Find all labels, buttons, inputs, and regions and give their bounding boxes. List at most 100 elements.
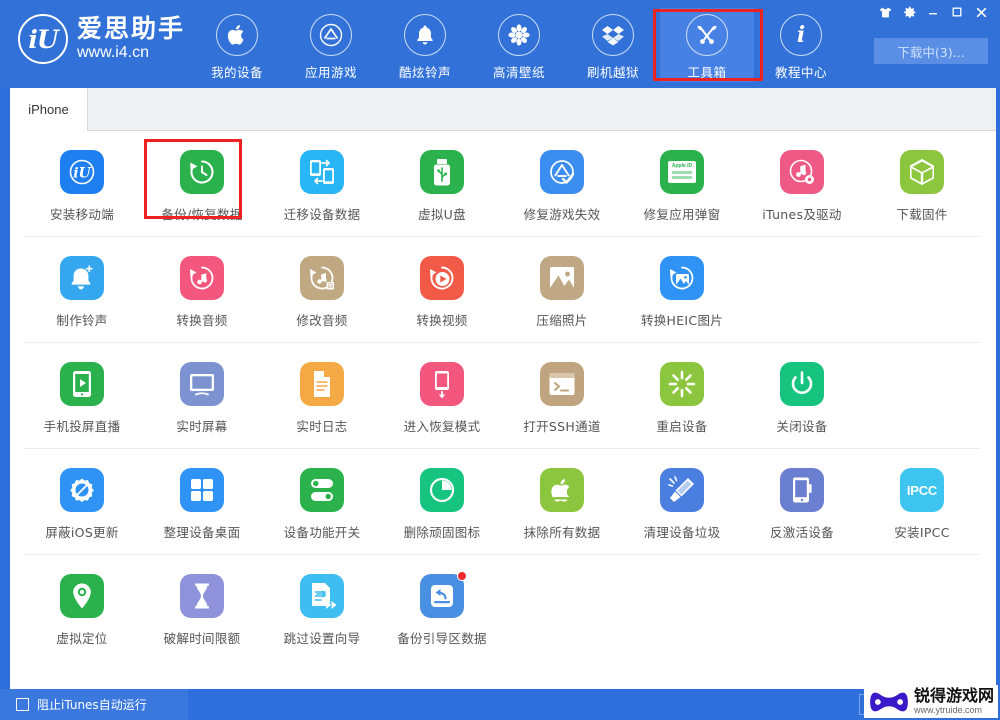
tool-virtual-location[interactable]: 虚拟定位	[22, 555, 142, 661]
tool-convert-heic[interactable]: 转换HEIC图片	[622, 237, 742, 343]
tool-label: 迁移设备数据	[283, 207, 361, 222]
tool-edit-audio[interactable]: 自 修改音频	[262, 237, 382, 343]
tool-convert-video[interactable]: 转换视频	[382, 237, 502, 343]
site-watermark: 锐得游戏网 www.ytruide.com	[863, 685, 998, 718]
block-itunes-checkbox[interactable]	[16, 698, 29, 711]
nav-item-apps-games[interactable]: 应用游戏	[284, 8, 378, 82]
tool-fix-app-popup[interactable]: Apple ID 修复应用弹窗	[622, 131, 742, 237]
toolbox-grid: iU 安装移动端 备份/恢复数据 迁移设备数据 虚拟U盘 修复游戏失效 Appl…	[10, 131, 996, 689]
tool-virtual-usb[interactable]: 虚拟U盘	[382, 131, 502, 237]
tool-block-ios-update[interactable]: 屏蔽iOS更新	[22, 449, 142, 555]
device-tab-strip: iPhone	[0, 88, 1000, 131]
main-navigation: 我的设备 应用游戏 酷炫铃声 高清壁纸 刷机越狱 工具箱 i 教程中心	[190, 8, 848, 82]
skin-icon[interactable]	[874, 2, 896, 22]
watermark-url: www.ytruide.com	[913, 705, 983, 715]
tool-compress-photo[interactable]: 压缩照片	[502, 237, 622, 343]
nav-item-my-device[interactable]: 我的设备	[190, 8, 284, 82]
tool-label: 备份/恢复数据	[161, 207, 243, 222]
tool-label: 制作铃声	[56, 313, 108, 328]
appstore-fix-icon	[540, 150, 584, 194]
tool-label: 删除顽固图标	[403, 525, 481, 540]
bell-icon	[404, 14, 446, 56]
app-header: iU 爱思助手 www.i4.cn 我的设备 应用游戏 酷炫铃声 高清壁纸 刷机…	[0, 0, 1000, 88]
toolbox-row: 手机投屏直播 实时屏幕 实时日志 进入恢复模式 打开SSH通道 重启设备 关闭设…	[10, 343, 996, 449]
tool-label: 虚拟U盘	[418, 207, 466, 222]
tool-realtime-screen[interactable]: 实时屏幕	[142, 343, 262, 449]
block-itunes-option[interactable]: 阻止iTunes自动运行	[0, 689, 188, 720]
toolbox-row: 虚拟定位 破解时间限额 跳过设置向导 备份引导区数据	[10, 555, 996, 661]
tool-screen-cast-live[interactable]: 手机投屏直播	[22, 343, 142, 449]
realtime-screen-icon	[180, 362, 224, 406]
apple-id-icon: Apple ID	[660, 150, 704, 194]
backup-boot-icon	[420, 571, 467, 618]
convert-audio-icon	[180, 256, 224, 300]
tool-arrange-desktop[interactable]: 整理设备桌面	[142, 449, 262, 555]
tool-fix-game[interactable]: 修复游戏失效	[502, 131, 622, 237]
tool-install-mobile[interactable]: iU 安装移动端	[22, 131, 142, 237]
tool-delete-stubborn-icon[interactable]: 删除顽固图标	[382, 449, 502, 555]
tool-label: 安装移动端	[49, 207, 114, 222]
nav-item-toolbox[interactable]: 工具箱	[660, 8, 754, 82]
tool-backup-boot-data[interactable]: 备份引导区数据	[382, 555, 502, 661]
crack-time-limit-icon	[180, 574, 224, 618]
tool-deactivate-device[interactable]: 反激活设备	[742, 449, 862, 555]
tool-crack-time-limit[interactable]: 破解时间限额	[142, 555, 262, 661]
skip-setup-icon	[300, 574, 344, 618]
nav-item-wallpapers[interactable]: 高清壁纸	[472, 8, 566, 82]
tool-label: 转换视频	[416, 313, 468, 328]
edit-audio-icon: 自	[300, 256, 344, 300]
download-status-button[interactable]: 下载中(3)...	[874, 38, 988, 64]
tool-erase-all-data[interactable]: 抹除所有数据	[502, 449, 622, 555]
toolbox-row: 屏蔽iOS更新 整理设备桌面 设备功能开关 删除顽固图标 抹除所有数据 清理设备…	[10, 449, 996, 555]
tool-label: 进入恢复模式	[403, 419, 481, 434]
tool-label: 抹除所有数据	[523, 525, 601, 540]
tab-iphone[interactable]: iPhone	[10, 88, 88, 131]
tool-make-ringtone[interactable]: 制作铃声	[22, 237, 142, 343]
tool-recovery-mode[interactable]: 进入恢复模式	[382, 343, 502, 449]
tool-label: 虚拟定位	[56, 631, 108, 646]
tool-open-ssh[interactable]: 打开SSH通道	[502, 343, 622, 449]
nav-label: 工具箱	[687, 65, 727, 80]
appstore-icon	[310, 14, 352, 56]
clean-junk-icon	[660, 468, 704, 512]
minimize-button[interactable]	[922, 2, 944, 22]
tool-clean-junk[interactable]: 清理设备垃圾	[622, 449, 742, 555]
tool-install-ipcc[interactable]: IPCC 安装IPCC	[862, 449, 982, 555]
close-button[interactable]	[970, 2, 992, 22]
app-window: iU 爱思助手 www.i4.cn 我的设备 应用游戏 酷炫铃声 高清壁纸 刷机…	[0, 0, 1000, 720]
tool-label: 修复游戏失效	[523, 207, 601, 222]
tool-skip-setup-wizard[interactable]: 跳过设置向导	[262, 555, 382, 661]
nav-item-ringtones[interactable]: 酷炫铃声	[378, 8, 472, 82]
deactivate-device-icon	[780, 468, 824, 512]
gear-icon[interactable]	[898, 2, 920, 22]
tool-reboot-device[interactable]: 重启设备	[622, 343, 742, 449]
logo-mark-icon: iU	[18, 14, 68, 64]
apple-icon	[216, 14, 258, 56]
tool-label: 跳过设置向导	[283, 631, 361, 646]
svg-text:自: 自	[327, 282, 333, 290]
tool-backup-restore[interactable]: 备份/恢复数据	[142, 131, 262, 237]
tool-feature-toggle[interactable]: 设备功能开关	[262, 449, 382, 555]
notification-badge	[457, 571, 467, 581]
tool-migrate-device[interactable]: 迁移设备数据	[262, 131, 382, 237]
migrate-device-icon	[300, 150, 344, 194]
tool-label: 打开SSH通道	[523, 419, 601, 434]
tool-label: 破解时间限额	[163, 631, 241, 646]
nav-item-tutorial-center[interactable]: i 教程中心	[754, 8, 848, 82]
dropbox-icon	[592, 14, 634, 56]
delete-icon-icon	[420, 468, 464, 512]
nav-label: 应用游戏	[304, 65, 357, 80]
arrange-desktop-icon	[180, 468, 224, 512]
tool-convert-audio[interactable]: 转换音频	[142, 237, 262, 343]
compress-photo-icon	[540, 256, 584, 300]
tool-itunes-driver[interactable]: iTunes及驱动	[742, 131, 862, 237]
tool-power-off-device[interactable]: 关闭设备	[742, 343, 862, 449]
backup-restore-icon	[180, 150, 224, 194]
tool-download-firmware[interactable]: 下载固件	[862, 131, 982, 237]
nav-item-flash-jailbreak[interactable]: 刷机越狱	[566, 8, 660, 82]
nav-label: 刷机越狱	[586, 65, 639, 80]
tool-realtime-log[interactable]: 实时日志	[262, 343, 382, 449]
tool-label: 修改音频	[296, 313, 348, 328]
maximize-button[interactable]	[946, 2, 968, 22]
tool-label: 清理设备垃圾	[643, 525, 721, 540]
